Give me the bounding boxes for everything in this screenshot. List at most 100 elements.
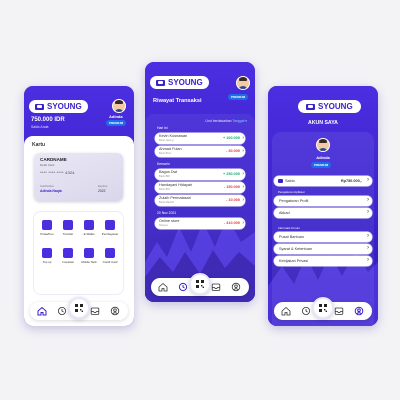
transaction-amount: - 150.000 <box>223 185 240 190</box>
brand-logo-text: SYOUNG <box>47 102 82 111</box>
receipt-icon <box>105 220 115 230</box>
balance-label: Saldo <box>285 178 295 183</box>
transaction-source: Bank BRI <box>159 175 170 178</box>
inbox-icon[interactable] <box>334 306 344 316</box>
quick-menu-grid: Pulsa/Kuo Transfer E-Wallet Pembayaran Top u… <box>34 212 123 294</box>
brand-logo: SYOUNG <box>29 100 88 113</box>
menu-item-label: Credit Card <box>102 259 118 264</box>
account-menu-item[interactable]: Akkad › <box>274 208 372 218</box>
profile-icon[interactable] <box>354 306 364 316</box>
user-name: Adinda <box>316 155 330 160</box>
transaction-row[interactable]: Handayani Hidayah Bank BNI - 150.000 › <box>155 182 245 193</box>
sort-label: Urut berdasarkan <box>205 119 232 123</box>
inbox-icon[interactable] <box>90 306 100 316</box>
card-icon <box>105 248 115 258</box>
debit-card[interactable]: CARDNAME Debit Card **** **** **** 4324 … <box>34 153 123 201</box>
transaction-row[interactable]: Kevin Kusnawan Bank Jateng + 100.000 › <box>155 133 245 144</box>
transaction-row[interactable]: Ahmad Fulan Bank BCA - 30.000 › <box>155 146 245 157</box>
profile-icon[interactable] <box>110 306 120 316</box>
premium-badge: PREMIUM <box>106 120 127 126</box>
account-menu-item[interactable]: Kebijakan Privasi › <box>274 256 372 266</box>
balance-label: Saldo Anda <box>31 125 49 129</box>
transaction-row[interactable]: Zulaih Permatasari Bank Mandiri - 10.000 › <box>155 195 245 206</box>
transaction-name: Ahmad Fulan <box>159 147 182 152</box>
inbox-icon[interactable] <box>211 282 221 292</box>
brand-logo: SYOUNG <box>298 100 361 113</box>
chevron-right-icon: › <box>242 135 244 141</box>
transaction-amount: - 30.000 <box>226 149 240 154</box>
account-screen: SYOUNG AKUN SAYA Adinda PREMIUM Saldo Rp… <box>268 86 378 326</box>
card-bank-name: CARDNAME <box>40 157 67 162</box>
transaction-row[interactable]: Bagus Dwi Bank BRI + 250.000 › <box>155 169 245 180</box>
card-type: Debit Card <box>40 163 55 167</box>
qr-scan-button[interactable] <box>312 297 334 319</box>
transaction-amount: + 100.000 <box>223 136 240 141</box>
menu-item-label: Pembayaran <box>101 231 119 236</box>
date-group-label: Hari ini <box>157 126 168 130</box>
account-menu-label: Pengaturan Profil <box>279 198 309 203</box>
home-screen: SYOUNG Adinda PREMIUM 750.000 IDR Saldo … <box>24 86 134 326</box>
card-number: **** **** **** 4324 <box>40 170 75 175</box>
chevron-right-icon: › <box>367 196 369 203</box>
card-expiry: 2022 <box>98 188 106 193</box>
account-menu-item[interactable]: Pengaturan Profil › <box>274 196 372 206</box>
transaction-source: Bank BNI <box>159 188 170 191</box>
home-icon[interactable] <box>281 306 291 316</box>
wallet-icon <box>278 179 283 183</box>
transaction-source: Bank Jateng <box>159 139 174 142</box>
qr-scan-button[interactable] <box>68 297 90 319</box>
transaction-name: Zulaih Permatasari <box>159 196 191 201</box>
transaction-name: Bagus Dwi <box>159 170 178 175</box>
account-menu-item[interactable]: Pusat Bantuan › <box>274 232 372 242</box>
transaction-row[interactable]: Online store Shopee - 410.000 › <box>155 218 245 229</box>
account-menu-label: Syarat & Ketentuan <box>279 246 312 251</box>
home-icon[interactable] <box>37 306 47 316</box>
qr-scan-button[interactable] <box>189 273 211 295</box>
chevron-down-icon: ▾ <box>245 119 247 123</box>
brand-logo-text: SYOUNG <box>318 102 353 111</box>
avatar[interactable] <box>112 99 126 113</box>
brand-logo-text: SYOUNG <box>168 78 203 87</box>
logo-mark-icon <box>156 79 165 86</box>
profile-icon[interactable] <box>231 282 241 292</box>
transaction-source: Shopee <box>159 224 168 227</box>
avatar[interactable] <box>316 138 330 152</box>
menu-item[interactable]: Pembayaran <box>100 218 120 238</box>
chevron-right-icon: › <box>242 148 244 154</box>
account-menu-label: Akkad <box>279 210 290 215</box>
sort-control[interactable]: Urut berdasarkan Tanggal ▾ <box>205 119 247 123</box>
page-title: AKUN SAYA <box>308 120 338 126</box>
chevron-right-icon: › <box>242 220 244 226</box>
plus-icon <box>42 248 52 258</box>
history-icon[interactable] <box>178 282 188 292</box>
mobile-icon <box>84 248 94 258</box>
balance-row[interactable]: Saldo Rp750.000,- › <box>274 176 372 186</box>
transaction-name: Online store <box>159 219 180 224</box>
home-icon[interactable] <box>158 282 168 292</box>
chevron-right-icon: › <box>367 176 369 183</box>
date-group-label: Kemarin <box>157 162 170 166</box>
send-icon <box>63 220 73 230</box>
avatar[interactable] <box>236 76 250 90</box>
phone-icon <box>42 220 52 230</box>
transaction-amount: + 250.000 <box>223 172 240 177</box>
qr-code-icon <box>196 280 204 288</box>
menu-item[interactable]: Credit Card <box>100 246 120 266</box>
chevron-right-icon: › <box>367 244 369 251</box>
home-content-sheet: Kartu CARDNAME Debit Card **** **** ****… <box>24 136 134 326</box>
chevron-right-icon: › <box>367 256 369 263</box>
sort-value: Tanggal <box>232 119 245 123</box>
chevron-right-icon: › <box>242 184 244 190</box>
chevron-right-icon: › <box>367 232 369 239</box>
history-icon[interactable] <box>301 306 311 316</box>
premium-badge: PREMIUM <box>311 162 332 168</box>
history-icon[interactable] <box>57 306 67 316</box>
transaction-name: Handayani Hidayah <box>159 183 193 188</box>
logo-mark-icon <box>306 103 315 110</box>
transaction-amount: - 10.000 <box>226 198 240 203</box>
info-section-label: Informasi Umum <box>278 226 301 230</box>
card-holder-name: Adinda Naqia <box>40 188 62 193</box>
wallet-icon <box>84 220 94 230</box>
account-menu-item[interactable]: Syarat & Ketentuan › <box>274 244 372 254</box>
date-group-label: 20 Nov 2021 <box>157 211 177 215</box>
